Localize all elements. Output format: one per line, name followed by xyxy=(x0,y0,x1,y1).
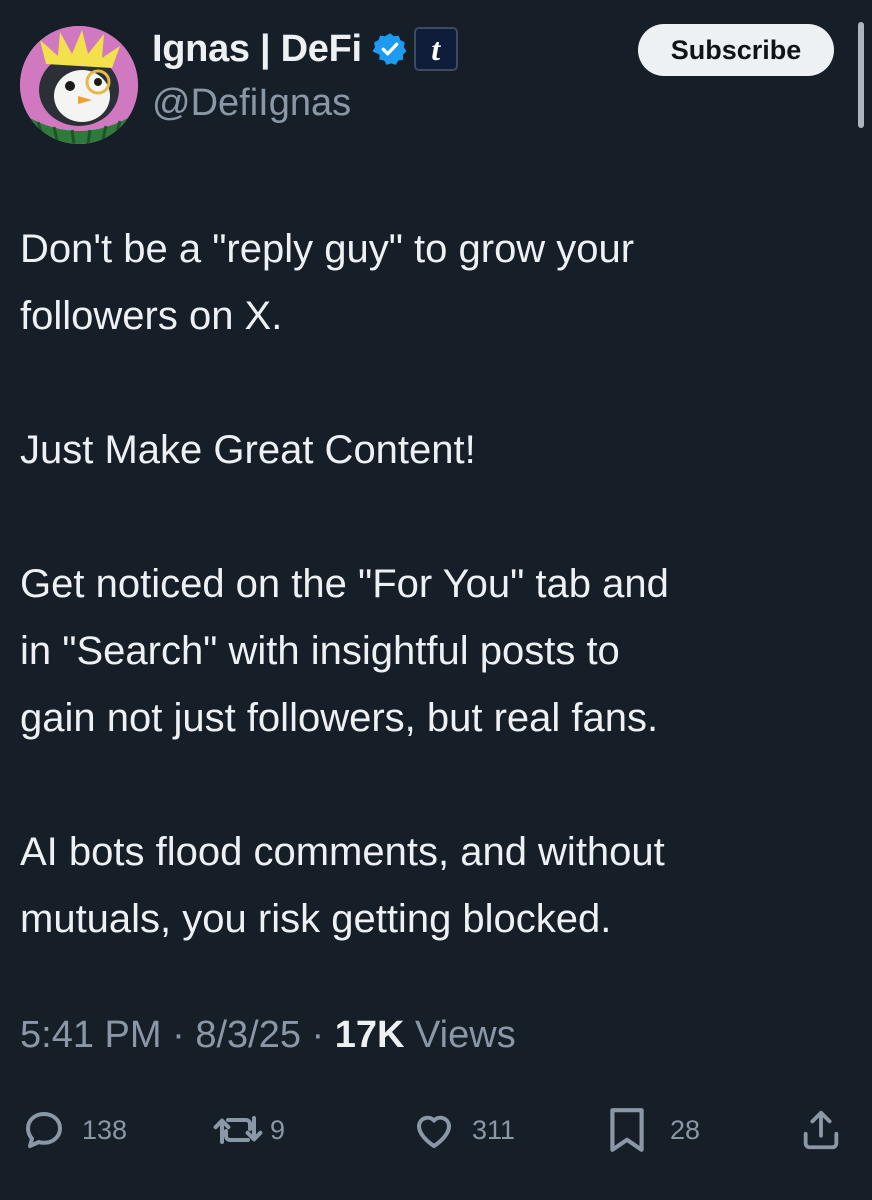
post-detail: Ignas | DeFi t @DefiIgnas Subscribe Don'… xyxy=(0,0,872,1200)
affiliate-badge-icon[interactable]: t xyxy=(413,27,458,71)
share-icon xyxy=(803,1110,839,1150)
bookmark-count: 28 xyxy=(670,1114,701,1145)
repost-icon xyxy=(213,1116,263,1144)
post-time[interactable]: 5:41 PM xyxy=(20,1014,162,1056)
like-count: 311 xyxy=(472,1114,516,1145)
bookmark-button[interactable]: 28 xyxy=(604,1100,700,1160)
reply-icon xyxy=(26,1112,62,1148)
avatar[interactable] xyxy=(20,26,138,144)
meta-separator: · xyxy=(300,1014,335,1056)
author-handle[interactable]: @DefiIgnas xyxy=(152,82,351,125)
post-paragraph: Get noticed on the "For You" tab and in … xyxy=(20,562,669,740)
bookmark-icon xyxy=(610,1108,644,1152)
post-paragraph: Just Make Great Content! xyxy=(20,428,476,472)
verified-badge-icon[interactable] xyxy=(372,31,408,67)
meta-separator: · xyxy=(161,1014,196,1056)
author-name-row: Ignas | DeFi t xyxy=(152,24,458,74)
post-meta: 5:41 PM · 8/3/25 · 17K Views xyxy=(20,1014,516,1057)
post-date[interactable]: 8/3/25 xyxy=(195,1014,301,1056)
repost-count: 9 xyxy=(270,1114,286,1145)
views-label[interactable]: Views xyxy=(404,1014,516,1056)
repost-button[interactable]: 9 xyxy=(212,1100,285,1160)
scrollbar[interactable] xyxy=(858,22,864,128)
author-display-name[interactable]: Ignas | DeFi xyxy=(152,28,362,71)
post-text: Don't be a "reply guy" to grow your foll… xyxy=(20,216,850,953)
post-paragraph: Don't be a "reply guy" to grow your foll… xyxy=(20,227,635,338)
subscribe-button[interactable]: Subscribe xyxy=(638,24,834,76)
penguin-avatar-icon xyxy=(20,26,138,144)
post-paragraph: AI bots flood comments, and without mutu… xyxy=(20,830,665,941)
reply-count: 138 xyxy=(82,1114,128,1145)
action-bar: 138 9 311 28 xyxy=(0,1100,872,1160)
share-button[interactable] xyxy=(798,1100,844,1160)
views-count[interactable]: 17K xyxy=(335,1014,405,1056)
like-button[interactable]: 311 xyxy=(410,1100,515,1160)
reply-button[interactable]: 138 xyxy=(20,1100,127,1160)
like-icon xyxy=(417,1115,451,1148)
